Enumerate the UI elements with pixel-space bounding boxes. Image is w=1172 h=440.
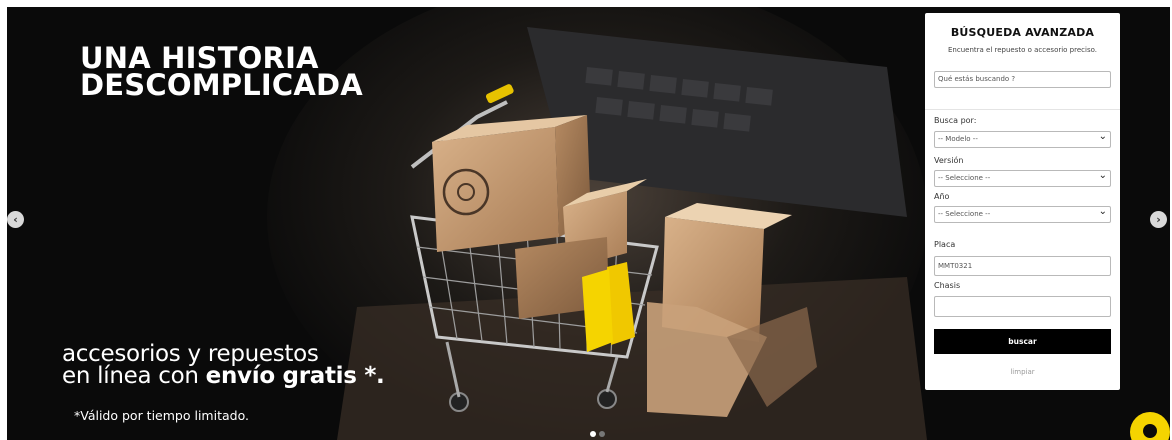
hero-headline: UNA HISTORIA DESCOMPLICADA	[80, 44, 363, 102]
hero-headline-line2: DESCOMPLICADA	[80, 68, 363, 102]
chasis-input[interactable]	[934, 296, 1111, 317]
placa-input[interactable]: MMT0321	[934, 256, 1111, 276]
free-shipping-text: envío gratis *.	[205, 363, 385, 389]
clear-button[interactable]: limpiar	[925, 368, 1120, 376]
placa-label: Placa	[934, 240, 956, 249]
carousel-indicators	[590, 431, 605, 437]
chasis-label: Chasis	[934, 281, 961, 290]
panel-title: BÚSQUEDA AVANZADA	[950, 26, 1095, 39]
anio-select[interactable]: -- Seleccione --	[934, 206, 1111, 223]
chevron-left-icon: ‹	[13, 213, 18, 226]
hero-subheadline: accesorios y repuestos en línea con enví…	[62, 341, 385, 389]
carousel-dot-2[interactable]	[599, 431, 605, 437]
chevron-right-icon: ›	[1156, 213, 1161, 226]
panel-divider	[925, 109, 1120, 110]
hero-subheadline-prefix: en línea con	[62, 363, 206, 389]
carousel-dot-1[interactable]	[590, 431, 596, 437]
hero-subheadline-line1: accesorios y repuestos	[62, 341, 319, 367]
hero-disclaimer: *Válido por tiempo limitado.	[74, 408, 249, 423]
busca-por-label: Busca por:	[934, 116, 977, 125]
search-button[interactable]: buscar	[934, 329, 1111, 354]
hero-subheadline-line2: en línea con envío gratis *.	[62, 363, 385, 389]
version-label: Versión	[934, 156, 964, 165]
panel-subtitle: Encuentra el repuesto o accesorio precis…	[948, 46, 1097, 54]
advanced-search-panel: BÚSQUEDA AVANZADA Encuentra el repuesto …	[925, 13, 1120, 390]
anio-label: Año	[934, 192, 950, 201]
carousel-next-button[interactable]: ›	[1150, 211, 1167, 228]
search-input[interactable]: Qué estás buscando ?	[934, 71, 1111, 88]
version-select[interactable]: -- Seleccione --	[934, 170, 1111, 187]
carousel-prev-button[interactable]: ‹	[7, 211, 24, 228]
modelo-select[interactable]: -- Modelo --	[934, 131, 1111, 148]
